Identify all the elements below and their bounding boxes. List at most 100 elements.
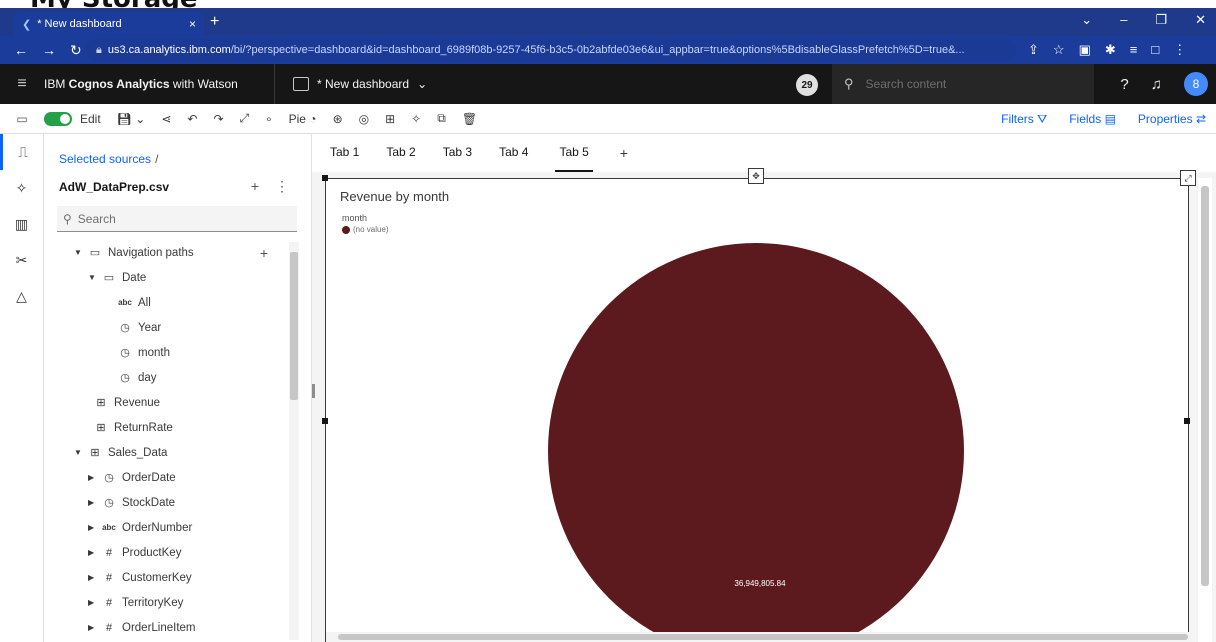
bookmark-star-icon[interactable]: ☆	[1053, 42, 1065, 58]
expand-down-icon[interactable]: ▼	[88, 273, 100, 282]
user-avatar[interactable]: 8	[1184, 72, 1208, 96]
expand-down-icon[interactable]: ▼	[74, 248, 86, 257]
tree-item[interactable]: ◷ day	[44, 365, 288, 390]
url-field[interactable]: 🔒︎ us3.ca.analytics.ibm.com/bi/?perspect…	[86, 39, 1016, 61]
expand-widget-icon[interactable]: ⤢	[1180, 170, 1196, 186]
more-options-icon[interactable]: ⋮	[1173, 42, 1186, 58]
expand-right-icon[interactable]: ▶	[88, 548, 100, 557]
canvas-vertical-scrollbar[interactable]	[1198, 178, 1212, 642]
pie-chart-widget[interactable]: Revenue by month month (no value) 36,949…	[325, 178, 1189, 642]
resize-handle-tl[interactable]	[322, 175, 328, 181]
share-icon[interactable]: ⋖	[161, 112, 171, 126]
tree-item[interactable]: ⊞ ReturnRate	[44, 415, 288, 440]
tab-2[interactable]: Tab 2	[386, 134, 415, 172]
back-icon[interactable]: ←	[14, 42, 28, 59]
copy-icon[interactable]: ⧉	[437, 111, 446, 126]
breadcrumb[interactable]: Selected sources /	[59, 152, 158, 166]
redo-icon[interactable]: ↷	[213, 112, 223, 126]
tree-item[interactable]: ▼ ⊞ Sales_Data	[44, 440, 288, 465]
resize-handle-mr[interactable]	[1184, 418, 1190, 424]
tab-5[interactable]: Tab 5	[555, 134, 593, 172]
close-tab-icon[interactable]: ×	[189, 17, 196, 31]
search-content-field[interactable]: ⚲ Search content	[832, 64, 1094, 104]
tree-item[interactable]: ▶ # TerritoryKey	[44, 590, 288, 615]
expand-right-icon[interactable]: ▶	[88, 498, 100, 507]
source-search-input[interactable]: ⚲ Search	[57, 206, 297, 232]
tree-item[interactable]: abc All	[44, 290, 288, 315]
reload-icon[interactable]: ↻	[70, 42, 82, 59]
side-panel-icon[interactable]: □	[1151, 42, 1159, 58]
tree-item[interactable]: ▶ # CustomerKey	[44, 565, 288, 590]
tab-1[interactable]: Tab 1	[330, 134, 359, 172]
puzzle-icon[interactable]: ✱	[1105, 42, 1116, 58]
dashboard-icon	[293, 77, 309, 91]
extension-icon[interactable]: ▣	[1079, 42, 1091, 58]
new-tab-button[interactable]: +	[210, 13, 219, 31]
panel-resize-handle[interactable]	[312, 384, 315, 398]
pin-panel-icon[interactable]: ✧	[0, 170, 43, 206]
help-icon[interactable]: ?	[1120, 76, 1128, 93]
tab-3[interactable]: Tab 3	[443, 134, 472, 172]
tree-item[interactable]: ⊞ Revenue	[44, 390, 288, 415]
close-window-icon[interactable]: ✕	[1195, 12, 1206, 28]
restore-icon[interactable]: ❐	[1155, 12, 1167, 28]
forward-icon[interactable]: →	[42, 42, 56, 59]
filters-button[interactable]: Filters ⛛	[1001, 112, 1047, 127]
tree-scrollbar[interactable]	[289, 242, 299, 640]
tree-item[interactable]: ▶ # OrderLineItem	[44, 615, 288, 640]
tree-item[interactable]: ◷ month	[44, 340, 288, 365]
expand-right-icon[interactable]: ▶	[88, 573, 100, 582]
widgets-icon[interactable]: △	[0, 278, 43, 314]
tree-item[interactable]: ◷ Year	[44, 315, 288, 340]
visualizations-icon[interactable]: ▥	[0, 206, 43, 242]
pie-type-button[interactable]: Pie ◔	[289, 112, 317, 126]
notification-count-badge[interactable]: 29	[796, 74, 818, 96]
reading-list-icon[interactable]: ≡	[1130, 42, 1138, 58]
source-menu-icon[interactable]: ⋮	[275, 178, 289, 195]
fields-button[interactable]: Fields ▤	[1069, 112, 1116, 127]
add-source-icon[interactable]: +	[251, 178, 259, 195]
canvas-horizontal-scrollbar[interactable]	[326, 632, 1196, 642]
add-tab-button[interactable]: +	[620, 145, 628, 161]
expand-down-icon[interactable]: ▼	[74, 448, 86, 457]
tree-item[interactable]: ▶ # ProductKey	[44, 540, 288, 565]
expand-right-icon[interactable]: ▶	[88, 623, 100, 632]
share-icon[interactable]: ⇪	[1028, 42, 1039, 58]
expand-right-icon[interactable]: ▶	[88, 598, 100, 607]
table-icon[interactable]: ⊞	[385, 112, 395, 126]
edit-toggle[interactable]	[44, 111, 72, 126]
tab-4[interactable]: Tab 4	[499, 134, 528, 172]
delete-icon[interactable]: 🗑︎	[462, 112, 477, 126]
tree-item[interactable]: ▶ ◷ OrderDate	[44, 465, 288, 490]
notifications-bell-icon[interactable]: ♫	[1151, 76, 1162, 93]
tree-item-label: TerritoryKey	[122, 596, 184, 609]
comment-icon[interactable]: ▭	[0, 112, 44, 126]
palette-icon[interactable]: ⊛	[333, 112, 343, 126]
expand-right-icon[interactable]: ▶	[88, 523, 100, 532]
properties-button[interactable]: Properties ⇄	[1138, 112, 1206, 127]
add-path-icon[interactable]: +	[260, 245, 268, 261]
drill-icon[interactable]: ◎	[359, 112, 369, 126]
tree-item[interactable]: ▶ abc OrderNumber	[44, 515, 288, 540]
tree-item-label: CustomerKey	[122, 571, 192, 584]
assistant-icon[interactable]: ✂	[0, 242, 43, 278]
save-icon[interactable]: 💾︎ ⌄	[117, 112, 146, 126]
tree-item[interactable]: ▼ ▭ Navigation paths +	[44, 240, 288, 265]
pin-icon[interactable]: ✧	[411, 112, 421, 126]
data-sources-icon[interactable]: ⎍	[0, 134, 43, 170]
tree-item[interactable]: ▼ ▭ Date	[44, 265, 288, 290]
tab-search-icon[interactable]: ⌄	[1081, 12, 1092, 28]
hash-icon: #	[105, 596, 113, 609]
connections-icon[interactable]: ∘	[265, 112, 273, 126]
tree-item[interactable]: ▶ ◷ StockDate	[44, 490, 288, 515]
expand-right-icon[interactable]: ▶	[88, 473, 100, 482]
hamburger-menu-icon[interactable]: ≡	[0, 75, 44, 93]
move-widget-icon[interactable]: ✥	[748, 168, 764, 184]
fit-icon[interactable]: ⤢	[240, 111, 250, 126]
resize-handle-ml[interactable]	[322, 418, 328, 424]
minimize-icon[interactable]: –	[1120, 12, 1127, 28]
undo-icon[interactable]: ↶	[187, 112, 197, 126]
browser-tab[interactable]: ❮ * New dashboard ×	[14, 12, 204, 36]
tree-item-label: ProductKey	[122, 546, 182, 559]
dashboard-name-dropdown[interactable]: * New dashboard ⌄	[293, 77, 427, 91]
